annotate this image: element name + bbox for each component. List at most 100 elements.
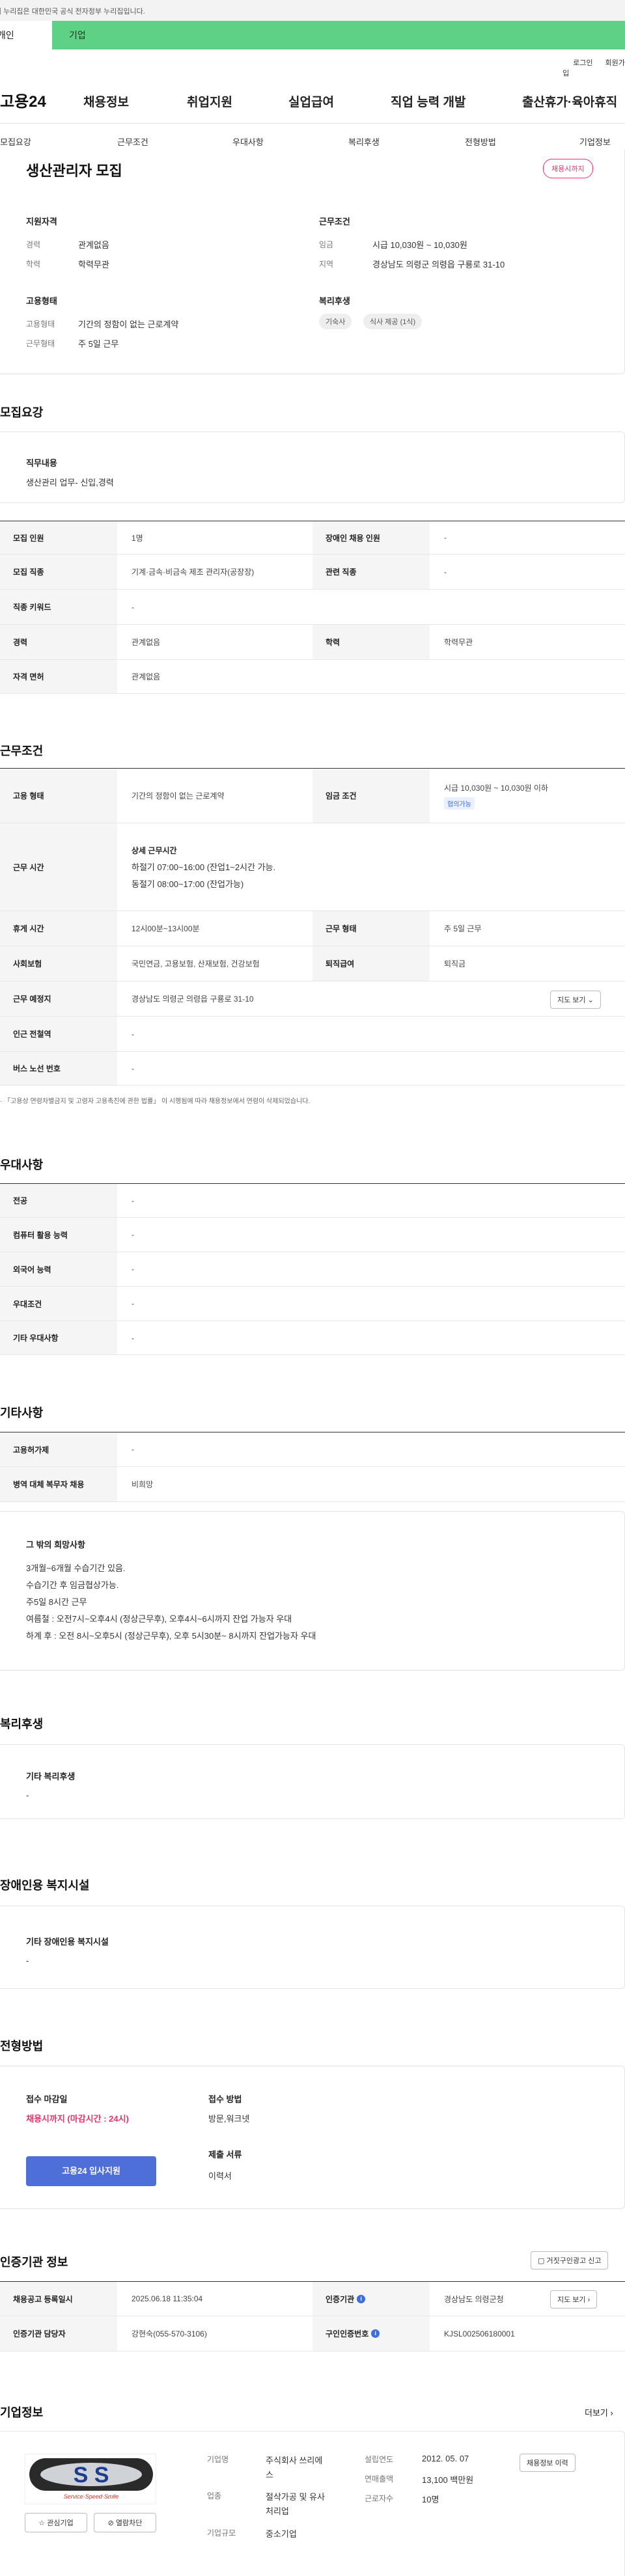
signup-link[interactable]: 회원가입	[562, 59, 625, 77]
row-label: 관련 직종	[312, 555, 430, 589]
login-link[interactable]: 로그인	[573, 59, 592, 67]
block-icon: ⊘	[107, 2519, 114, 2527]
info-icon[interactable]: i	[371, 2329, 380, 2338]
map-view-label: 지도 보기	[557, 996, 586, 1004]
gnb-menu-jobs[interactable]: 채용정보	[83, 92, 129, 110]
row-value: 관계없음	[132, 638, 161, 647]
hours-cell: 상세 근무시간 하절기 07:00~16:00 (잔업1~2시간 가능. 동절기…	[117, 823, 625, 911]
gnb-menu-unemployment-benefit[interactable]: 실업급여	[288, 92, 334, 110]
hiring-history-button[interactable]: 채용정보 이력	[520, 2454, 576, 2472]
row-value: -	[132, 602, 134, 612]
disab-value: -	[26, 1956, 29, 1966]
row-label: 학력	[312, 625, 430, 659]
welfare-title: 복리후생	[319, 296, 350, 306]
row-value: -	[444, 533, 447, 542]
row-label: 임금 조건	[312, 769, 430, 823]
tab-corporate[interactable]: 기업	[52, 21, 625, 49]
row-label: 모집 직종	[0, 555, 117, 589]
qual-exp-label: 경력	[26, 240, 41, 249]
method-value: 방문,워크넷	[208, 2114, 250, 2124]
row-label: 채용공고 등록일시	[0, 2282, 117, 2316]
industry-line2: 처리업	[266, 2506, 289, 2516]
document-icon: ▢	[538, 2257, 545, 2265]
anchor-tab-work[interactable]: 근무조건	[117, 135, 148, 148]
company-logo: S S Service·Speed·Smile	[25, 2454, 156, 2504]
emp-worktype-value: 주 5일 근무	[78, 339, 119, 349]
welfare-tag: 식사 제공 (1식)	[363, 314, 423, 329]
table-row: 버스 노선 번호 -	[0, 1052, 625, 1086]
table-row: 자격 면허 관계없음	[0, 660, 625, 694]
section-title-pref: 우대사항	[0, 1158, 44, 1172]
row-label: 병역 대체 복무자 채용	[0, 1467, 117, 1501]
anchor-tab-welfare[interactable]: 복리후생	[348, 135, 380, 148]
anchor-tab-pref[interactable]: 우대사항	[232, 135, 264, 148]
info-icon[interactable]: i	[357, 2294, 366, 2303]
anchor-tab-recruit[interactable]: 모집요강	[0, 135, 31, 148]
row-label: 사회보험	[0, 946, 117, 981]
gnb-menu-parental-leave[interactable]: 출산휴가·육아휴직	[522, 92, 617, 110]
cond-wage-value: 시급 10,030원 ~ 10,030원	[372, 240, 467, 250]
emp-type-value: 기간의 정함이 없는 근로계약	[78, 320, 179, 329]
report-false-ad-button[interactable]: ▢ 거짓구인광고 신고	[531, 2251, 609, 2269]
selection-card: 접수 마감일 채용시까지 (마감시간 : 24시) 고용24 입사지원 접수 방…	[0, 2066, 625, 2209]
gnb-menu-training[interactable]: 직업 능력 개발	[391, 92, 465, 110]
row-label: 외국어 능력	[0, 1252, 117, 1286]
table-row: 모집 직종 기계·금속·비금속 제조 관리자(공장장) 관련 직종 -	[0, 555, 625, 590]
chevron-down-icon: ⌄	[587, 996, 594, 1004]
row-value: 2025.06.18 11:35:04	[132, 2294, 203, 2303]
gnb-menu-employment-support[interactable]: 취업지원	[187, 92, 232, 110]
section-title-etc: 기타사항	[0, 1406, 44, 1419]
job-desc-text: 생산관리 업무- 신입,경력	[26, 478, 114, 487]
row-value: 퇴직금	[444, 959, 466, 968]
emp-type-label: 고용형태	[26, 320, 55, 329]
table-row: 컴퓨터 활용 능력 -	[0, 1218, 625, 1252]
row-label: 근무 시간	[0, 823, 117, 911]
anchor-tab-selection[interactable]: 전형방법	[465, 135, 496, 148]
section-title-selection: 전형방법	[0, 2040, 44, 2053]
cond-title: 근무조건	[319, 217, 350, 226]
row-value: 학력무관	[444, 638, 473, 647]
company-more-label: 더보기	[585, 2408, 608, 2418]
table-row: 우대조건 -	[0, 1287, 625, 1321]
hours-line: 동절기 08:00~17:00 (잔업가능)	[132, 879, 244, 889]
apply-button[interactable]: 고용24 입사지원	[26, 2156, 156, 2186]
anchor-tab-company[interactable]: 기업정보	[579, 135, 611, 148]
emp-worktype-label: 근무형태	[26, 339, 55, 348]
company-size-label: 기업규모	[207, 2528, 236, 2538]
row-value: -	[132, 1265, 134, 1274]
other-wishes-line: 수습기간 후 임금협상가능.	[26, 1580, 119, 1590]
docs-value: 이력서	[208, 2171, 232, 2181]
table-row: 기타 우대사항 -	[0, 1321, 625, 1355]
row-value: 경상남도 의령군청	[444, 2294, 504, 2304]
company-more-link[interactable]: 더보기 ›	[585, 2406, 613, 2418]
tab-personal[interactable]: 개인	[0, 21, 52, 49]
row-value: -	[132, 1063, 134, 1073]
row-value: 국민연금, 고용보험, 산재보험, 건강보험	[132, 959, 260, 968]
cond-wage-label: 임금	[319, 240, 334, 249]
table-row: 외국어 능력 -	[0, 1252, 625, 1287]
row-label: 고용 형태	[0, 769, 117, 823]
site-logo[interactable]: 고용24	[0, 89, 46, 111]
qual-edu-label: 학력	[26, 260, 41, 269]
row-value: 주 5일 근무	[444, 924, 482, 933]
row-value: 기간의 정함이 없는 근로계약	[132, 791, 225, 801]
other-wishes-line: 하계 후 : 오전 8시~오후5시 (정상근무후), 오후 5시30분~ 8시까…	[26, 1631, 316, 1641]
row-label: 버스 노선 번호	[0, 1052, 117, 1085]
table-row: 사회보험 국민연금, 고용보험, 산재보험, 건강보험 퇴직급여 퇴직금	[0, 946, 625, 981]
wage-negotiable-tag: 협의가능	[444, 797, 475, 810]
section-title-recruit: 모집요강	[0, 406, 44, 419]
map-view-button[interactable]: 지도 보기 ⌄	[550, 991, 601, 1009]
docs-label: 제출 서류	[208, 2150, 242, 2159]
employees-value: 10명	[422, 2495, 439, 2504]
row-label: 모집 인원	[0, 521, 117, 554]
other-wishes-line: 여름철 : 오전7시~오후4시 (정상근무후), 오후4시~6시까지 잔업 가능…	[26, 1614, 292, 1624]
company-name-line1: 주식회사 쓰리에	[266, 2456, 323, 2465]
wage-cell: 시급 10,030원 ~ 10,030원 이하 협의가능	[430, 769, 625, 823]
row-label: 직종 키워드	[0, 590, 117, 624]
favorite-company-button[interactable]: ☆ 관심기업	[25, 2513, 87, 2532]
deadline-value: 채용시까지 (마감시간 : 24시)	[26, 2114, 129, 2124]
table-row: 전공 -	[0, 1183, 625, 1218]
block-view-button[interactable]: ⊘ 열람차단	[94, 2513, 156, 2532]
agency-map-button[interactable]: 지도 보기 ›	[550, 2290, 598, 2309]
job-title: 생산관리자 모집	[26, 163, 122, 179]
